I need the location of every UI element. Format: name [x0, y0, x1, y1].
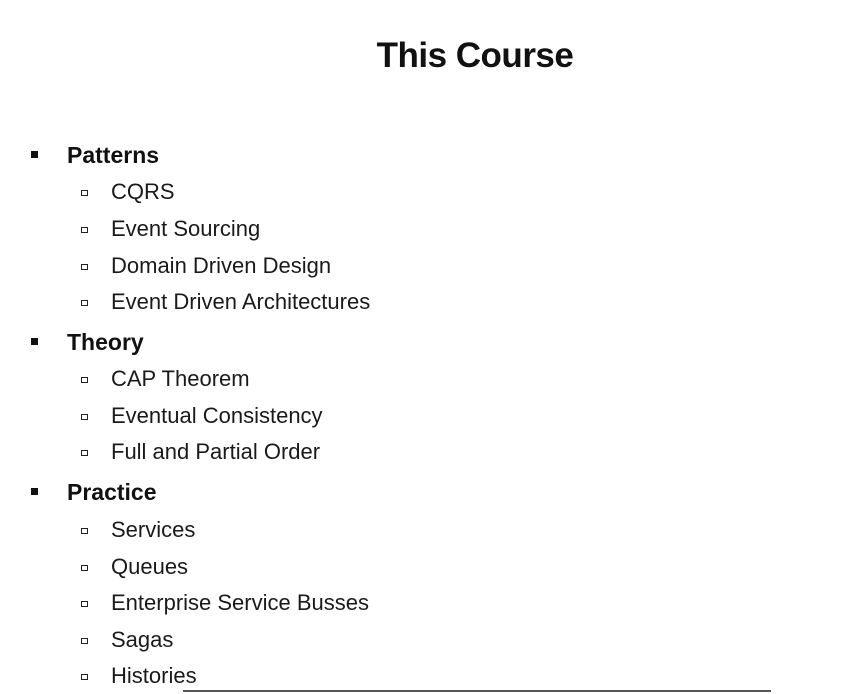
list-item: Domain Driven Design — [0, 251, 600, 281]
square-bullet-icon — [31, 151, 38, 158]
hollow-square-bullet-icon — [81, 674, 88, 680]
list-item: Histories — [0, 661, 600, 691]
square-bullet-icon — [31, 338, 38, 345]
section-patterns: Patterns — [0, 140, 600, 170]
list-item-label: Full and Partial Order — [111, 439, 321, 464]
list-item-label: Histories — [111, 663, 197, 688]
list-item-label: Domain Driven Design — [111, 253, 332, 278]
section-practice: Practice — [0, 477, 600, 507]
list-item-label: Eventual Consistency — [111, 403, 323, 428]
list-item: Eventual Consistency — [0, 401, 600, 431]
list-item-label: Queues — [111, 554, 189, 579]
hollow-square-bullet-icon — [81, 450, 88, 456]
list-item-label: Enterprise Service Busses — [111, 590, 369, 615]
slide-title: This Course — [376, 36, 574, 75]
list-item-label: CAP Theorem — [111, 366, 250, 391]
list-item: Event Sourcing — [0, 214, 600, 244]
list-item: CAP Theorem — [0, 364, 600, 394]
hollow-square-bullet-icon — [81, 227, 88, 233]
list-item: Full and Partial Order — [0, 437, 600, 467]
list-item-label: Sagas — [111, 627, 174, 652]
list-item: CQRS — [0, 177, 600, 207]
hollow-square-bullet-icon — [81, 190, 88, 196]
hollow-square-bullet-icon — [81, 414, 88, 420]
section-label: Practice — [67, 479, 157, 505]
list-item: Services — [0, 515, 600, 545]
list-item-label: Services — [111, 517, 196, 542]
hollow-square-bullet-icon — [81, 528, 88, 534]
list-item: Event Driven Architectures — [0, 287, 600, 317]
hollow-square-bullet-icon — [81, 565, 88, 571]
hollow-square-bullet-icon — [81, 300, 88, 306]
list-item-label: Event Sourcing — [111, 216, 261, 241]
section-label: Patterns — [67, 142, 160, 168]
list-item: Enterprise Service Busses — [0, 588, 600, 618]
square-bullet-icon — [31, 488, 38, 495]
section-theory: Theory — [0, 327, 600, 357]
bottom-divider — [183, 690, 771, 692]
hollow-square-bullet-icon — [81, 638, 88, 644]
list-item: Queues — [0, 552, 600, 582]
hollow-square-bullet-icon — [81, 264, 88, 270]
hollow-square-bullet-icon — [81, 377, 88, 383]
list-item-label: CQRS — [111, 179, 175, 204]
list-item: Sagas — [0, 625, 600, 655]
hollow-square-bullet-icon — [81, 601, 88, 607]
list-item-label: Event Driven Architectures — [111, 289, 371, 314]
section-label: Theory — [67, 329, 144, 355]
